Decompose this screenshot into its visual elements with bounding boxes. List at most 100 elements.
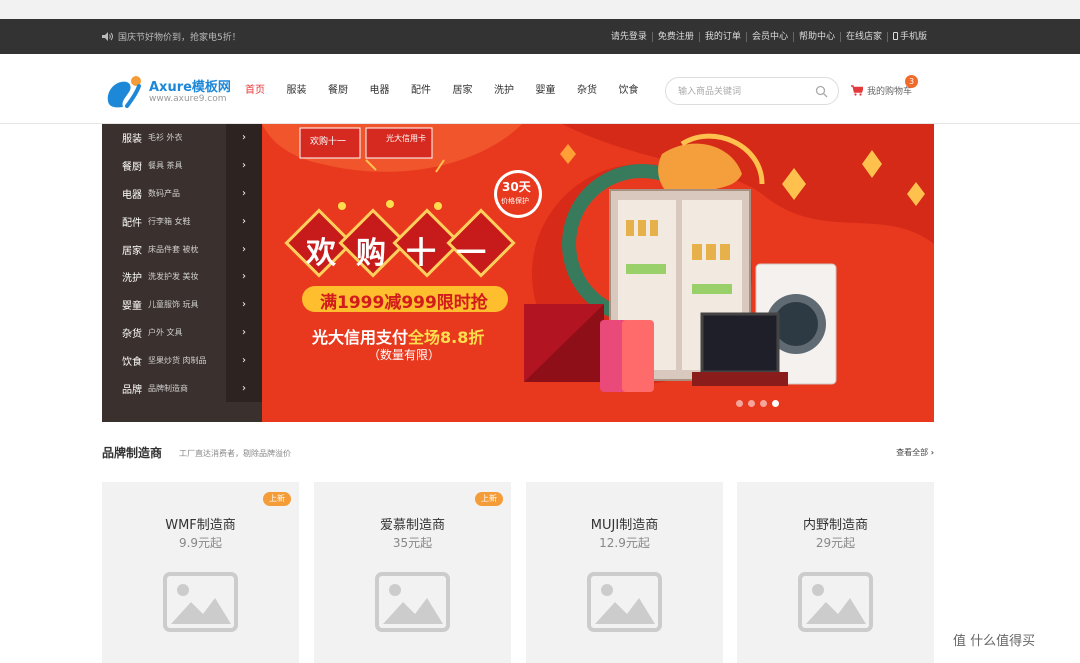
mobile-link[interactable]: 手机版 <box>886 31 932 42</box>
category-item[interactable]: 品牌 品牌制造商 › <box>102 374 262 402</box>
phone-icon <box>892 31 898 40</box>
chevron-right-icon: › <box>226 151 262 180</box>
price-protect-label: 价格保护 <box>501 197 529 205</box>
login-link[interactable]: 请先登录 <box>606 32 652 42</box>
category-title: 服装 <box>122 134 142 146</box>
brand-price: 9.9元起 <box>178 536 223 550</box>
view-all-link[interactable]: 查看全部 › <box>896 447 934 458</box>
nav-care[interactable]: 洗护 <box>494 81 536 96</box>
category-sub: 洗发护发 美妆 <box>148 272 199 282</box>
carousel-dot[interactable] <box>760 400 767 407</box>
category-item[interactable]: 杂货 户外 文具 › <box>102 318 262 347</box>
image-placeholder-icon <box>798 572 873 632</box>
register-link[interactable]: 免费注册 <box>651 31 699 42</box>
category-menu: 服装 毛衫 外衣 › 餐厨 餐具 茶具 › 电器 数码产品 › 配件 行李箱 女鞋 › 居家 床品… <box>102 124 262 422</box>
nav-home[interactable]: 首页 <box>245 81 287 96</box>
chevron-right-icon: › <box>226 346 262 375</box>
site-logo[interactable]: Axure模板网 www.axure9.com <box>103 74 243 110</box>
brand-card[interactable]: MUJI制造商 12.9元起 <box>526 482 723 663</box>
banner-card-pay: 光大信用支付全场8.8折 <box>312 324 484 348</box>
carousel-dot[interactable] <box>748 400 755 407</box>
category-item[interactable]: 饮食 坚果炒货 肉制品 › <box>102 346 262 375</box>
logo-url: www.axure9.com <box>149 94 227 104</box>
search-box <box>665 77 839 105</box>
hero-section: 服装 毛衫 外衣 › 餐厨 餐具 茶具 › 电器 数码产品 › 配件 行李箱 女鞋 › 居家 床品… <box>102 124 934 422</box>
promo-banner[interactable]: 欢购十一 光大信用卡 欢购十一 满1999减999限时抢 光大信用支付全场8.8… <box>262 124 934 422</box>
chevron-right-icon: › <box>226 262 262 291</box>
nav-accessories[interactable]: 配件 <box>411 81 453 96</box>
brand-cards: 上新 WMF制造商 9.9元起 上新 爱慕制造商 35元起 MUJI制造商 12… <box>102 482 934 663</box>
category-item[interactable]: 洗护 洗发护发 美妆 › <box>102 262 262 291</box>
online-store-link[interactable]: 在线店家 <box>839 31 887 42</box>
category-sub: 毛衫 外衣 <box>148 133 183 143</box>
nav-appliances[interactable]: 电器 <box>370 81 412 96</box>
image-placeholder-icon <box>163 572 238 632</box>
brand-name: 内野制造商 <box>802 518 868 533</box>
brand-price: 35元起 <box>392 536 433 550</box>
search-input[interactable] <box>678 84 808 99</box>
category-item[interactable]: 居家 床品件套 被枕 › <box>102 235 262 263</box>
brand-price: 12.9元起 <box>599 536 650 550</box>
category-title: 杂货 <box>122 328 142 340</box>
site-header: Axure模板网 www.axure9.com 首页 服装 餐厨 电器 配件 居… <box>0 54 1080 124</box>
category-title: 婴童 <box>122 301 142 313</box>
banner-offer: 满1999减999限时抢 <box>320 293 488 313</box>
chevron-right-icon: › <box>226 179 262 208</box>
nav-kitchen[interactable]: 餐厨 <box>328 81 370 96</box>
carousel-dot-active[interactable] <box>772 400 779 407</box>
brand-section-header: 品牌制造商 工厂直达消费者，剔除品牌溢价 查看全部 › <box>102 441 934 463</box>
image-placeholder-icon <box>587 572 662 632</box>
category-sub: 户外 文具 <box>148 327 183 337</box>
nav-sundries[interactable]: 杂货 <box>577 81 619 96</box>
chevron-right-icon: › <box>930 448 934 457</box>
new-tag: 上新 <box>263 492 291 506</box>
chevron-right-icon: › <box>226 235 262 263</box>
top-bar: 国庆节好物价到，抢家电5折！ 请先登录 免费注册 我的订单 会员中心 帮助中心 … <box>0 19 1080 54</box>
category-title: 餐厨 <box>122 162 142 174</box>
help-center-link[interactable]: 帮助中心 <box>792 31 840 42</box>
main-nav: 首页 服装 餐厨 电器 配件 居家 洗护 婴童 杂货 饮食 <box>245 81 660 96</box>
category-item[interactable]: 电器 数码产品 › <box>102 179 262 208</box>
new-tag: 上新 <box>475 492 503 506</box>
search-icon[interactable] <box>815 85 828 98</box>
cart-label: 我的购物车 <box>867 87 913 97</box>
my-orders-link[interactable]: 我的订单 <box>698 31 746 42</box>
member-center-link[interactable]: 会员中心 <box>745 31 793 42</box>
brand-card[interactable]: 上新 爱慕制造商 35元起 <box>314 482 511 663</box>
cart-link[interactable]: 我的购物车 3 <box>851 75 918 97</box>
banner-headline: 欢购十一 <box>306 236 506 271</box>
notice-text: 国庆节好物价到，抢家电5折！ <box>118 33 241 43</box>
category-title: 品牌 <box>122 384 142 396</box>
category-title: 居家 <box>122 245 142 257</box>
category-item[interactable]: 婴童 儿童服饰 玩具 › <box>102 290 262 319</box>
carousel-dot[interactable] <box>736 400 743 407</box>
banner-card-pay-prefix: 光大信用支付 <box>312 328 409 347</box>
logo-mark-icon <box>107 76 141 108</box>
category-item[interactable]: 餐厨 餐具 茶具 › <box>102 151 262 180</box>
category-sub: 餐具 茶具 <box>148 161 183 171</box>
chevron-right-icon: › <box>226 124 262 152</box>
category-sub: 品牌制造商 <box>148 383 188 393</box>
nav-home-living[interactable]: 居家 <box>453 81 495 96</box>
chevron-right-icon: › <box>226 207 262 236</box>
brand-price: 29元起 <box>815 536 856 550</box>
nav-food[interactable]: 饮食 <box>619 81 661 96</box>
category-item[interactable]: 配件 行李箱 女鞋 › <box>102 207 262 236</box>
banner-limit: （数量有限） <box>368 348 441 362</box>
category-item[interactable]: 服装 毛衫 外衣 › <box>102 124 262 152</box>
top-notice: 国庆节好物价到，抢家电5折！ <box>102 19 241 54</box>
logo-name: Axure模板网 <box>149 80 231 95</box>
brand-card[interactable]: 上新 WMF制造商 9.9元起 <box>102 482 299 663</box>
banner-artwork <box>262 124 934 422</box>
nav-clothing[interactable]: 服装 <box>287 81 329 96</box>
mobile-link-label: 手机版 <box>899 31 927 42</box>
watermark: 值 什么值得买 <box>953 634 1036 649</box>
nav-baby[interactable]: 婴童 <box>536 81 578 96</box>
category-sub: 行李箱 女鞋 <box>148 216 191 226</box>
category-sub: 床品件套 被枕 <box>148 244 199 254</box>
chevron-right-icon: › <box>226 290 262 319</box>
brand-name: MUJI制造商 <box>590 518 659 533</box>
chevron-right-icon: › <box>226 374 262 402</box>
brand-name: 爱慕制造商 <box>379 518 445 533</box>
brand-card[interactable]: 内野制造商 29元起 <box>737 482 934 663</box>
